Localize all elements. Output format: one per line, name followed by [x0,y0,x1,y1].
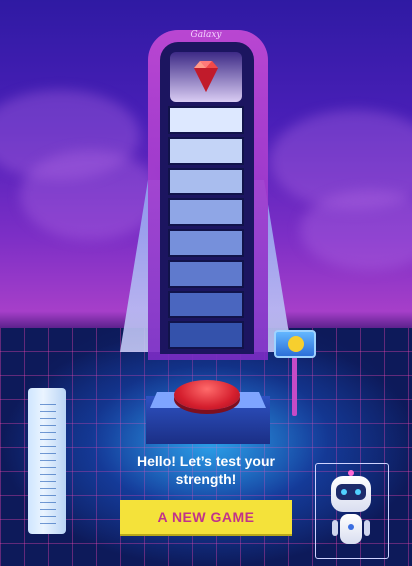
robot-eye-left [341,489,347,495]
rocket-flag [274,330,316,358]
robot-chest-light [348,524,354,530]
strength-meter [168,106,244,352]
power-gauge-scale [40,398,56,524]
meter-segment-6 [168,259,244,288]
ruby-gem-icon [194,61,218,92]
meter-segment-1 [168,106,244,134]
meter-segment-5 [168,229,244,257]
greeting-line-2: strength! [175,471,237,487]
meter-segment-4 [168,198,244,226]
meter-segment-8 [168,321,244,349]
rocket-icon [288,336,304,352]
meter-segment-7 [168,290,244,319]
game-scene: Galaxy Hello! Let’s test your strength! … [0,0,412,566]
robot-eye-right [355,489,361,495]
robot-arm-left [332,520,338,536]
new-game-button[interactable]: A NEW GAME [120,500,292,534]
cloud-left-2 [20,150,160,240]
flag-pole [292,356,297,416]
meter-segment-2 [168,136,244,165]
meter-segment-3 [168,167,244,196]
greeting-line-1: Hello! Let’s test your [137,453,275,469]
greeting-message: Hello! Let’s test your strength! [128,452,284,488]
tower-brand-label: Galaxy [190,30,222,40]
robot-arm-right [364,520,370,536]
hit-button[interactable] [174,380,240,410]
